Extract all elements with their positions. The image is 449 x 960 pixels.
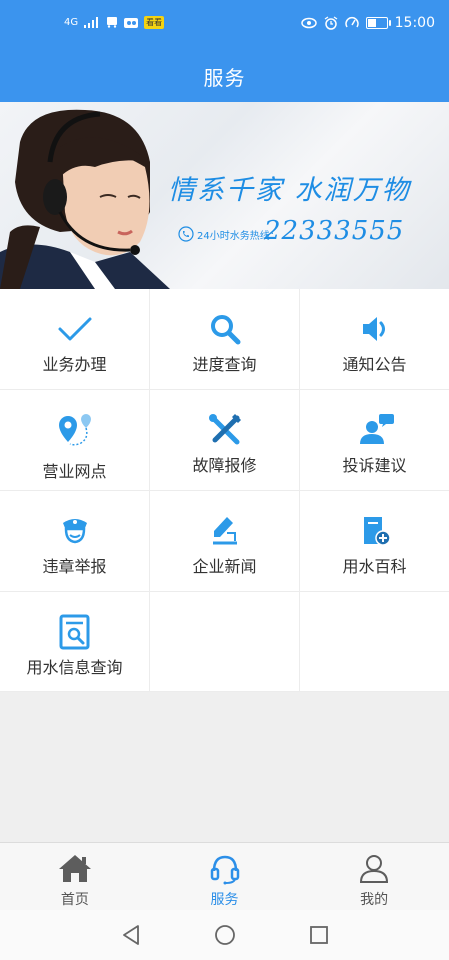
home-icon xyxy=(58,855,91,882)
home-circle-icon xyxy=(214,925,235,945)
headset-icon xyxy=(210,855,239,885)
check-icon xyxy=(58,317,91,341)
carrier-badge: 看看 xyxy=(144,16,165,29)
system-navigation-bar xyxy=(0,910,449,960)
clock-time: 15:00 xyxy=(394,15,435,31)
user-chat-icon xyxy=(359,414,394,444)
back-button[interactable] xyxy=(101,915,161,955)
service-item-notice[interactable]: 通知公告 xyxy=(300,289,449,390)
empty-cell xyxy=(150,592,300,692)
nav-item-mine[interactable]: 我的 xyxy=(299,843,449,911)
service-item-outlets[interactable]: 营业网点 xyxy=(0,390,150,491)
bus-icon xyxy=(107,17,118,28)
nav-item-home[interactable]: 首页 xyxy=(0,843,150,911)
service-item-encyclopedia[interactable]: 用水百科 xyxy=(300,491,449,592)
service-label: 业务办理 xyxy=(42,355,107,374)
service-item-water-info[interactable]: 用水信息查询 xyxy=(0,592,150,692)
app-notification-icon xyxy=(124,17,139,28)
services-grid: 业务办理 进度查询 通知公告 营业网点 故障报修 投诉建议 违章举报 企业新闻 … xyxy=(0,289,449,692)
document-search-icon xyxy=(59,614,89,650)
speedometer-icon xyxy=(344,17,359,28)
signal-icon xyxy=(84,17,99,28)
service-item-news[interactable]: 企业新闻 xyxy=(150,491,300,592)
service-label: 用水百科 xyxy=(342,557,407,576)
service-label: 进度查询 xyxy=(192,355,257,374)
police-officer-icon xyxy=(62,519,87,544)
empty-cell xyxy=(300,592,449,692)
location-pin-icon xyxy=(58,414,91,446)
service-item-repair[interactable]: 故障报修 xyxy=(150,390,300,491)
service-label: 违章举报 xyxy=(42,557,107,576)
recents-square-icon xyxy=(309,926,328,944)
hotline-number[interactable]: 22333555 xyxy=(264,216,404,246)
service-label: 用水信息查询 xyxy=(26,658,123,677)
service-label: 营业网点 xyxy=(42,462,107,481)
nav-label: 首页 xyxy=(60,892,89,908)
service-item-progress[interactable]: 进度查询 xyxy=(150,289,300,390)
status-left: 4G 看看 xyxy=(64,16,165,29)
speaker-icon xyxy=(362,317,385,341)
recents-button[interactable] xyxy=(289,915,349,955)
banner-slogan: 情系千家 水润万物 xyxy=(168,175,411,206)
page-title: 服务 xyxy=(203,65,246,90)
service-label: 投诉建议 xyxy=(342,456,407,475)
back-triangle-icon xyxy=(122,925,139,945)
book-plus-icon xyxy=(363,517,391,546)
home-button[interactable] xyxy=(195,915,255,955)
phone-icon xyxy=(178,226,194,242)
battery-icon xyxy=(365,17,391,29)
pen-edit-icon xyxy=(212,517,237,545)
user-icon xyxy=(360,855,389,883)
service-item-business[interactable]: 业务办理 xyxy=(0,289,150,390)
app-header: 服务 xyxy=(0,50,449,102)
tools-icon xyxy=(208,414,241,445)
service-label: 企业新闻 xyxy=(192,557,257,576)
nav-item-service[interactable]: 服务 xyxy=(150,843,300,911)
service-item-complaint[interactable]: 投诉建议 xyxy=(300,390,449,491)
alarm-icon xyxy=(324,16,338,30)
service-label: 故障报修 xyxy=(192,456,257,475)
service-label: 通知公告 xyxy=(342,355,407,374)
hero-banner[interactable]: 情系千家 水润万物 24小时水务热线： 22333555 xyxy=(0,102,449,289)
search-icon xyxy=(210,315,240,345)
service-item-violation[interactable]: 违章举报 xyxy=(0,491,150,592)
eye-icon xyxy=(300,17,317,29)
nav-label: 服务 xyxy=(210,892,239,908)
network-label: 4G xyxy=(64,17,79,28)
status-bar: 4G 看看 15:00 xyxy=(0,0,449,50)
bottom-navigation: 首页 服务 我的 xyxy=(0,842,449,911)
status-right: 15:00 xyxy=(300,15,435,31)
customer-service-agent-image xyxy=(0,109,170,289)
nav-label: 我的 xyxy=(360,892,389,908)
